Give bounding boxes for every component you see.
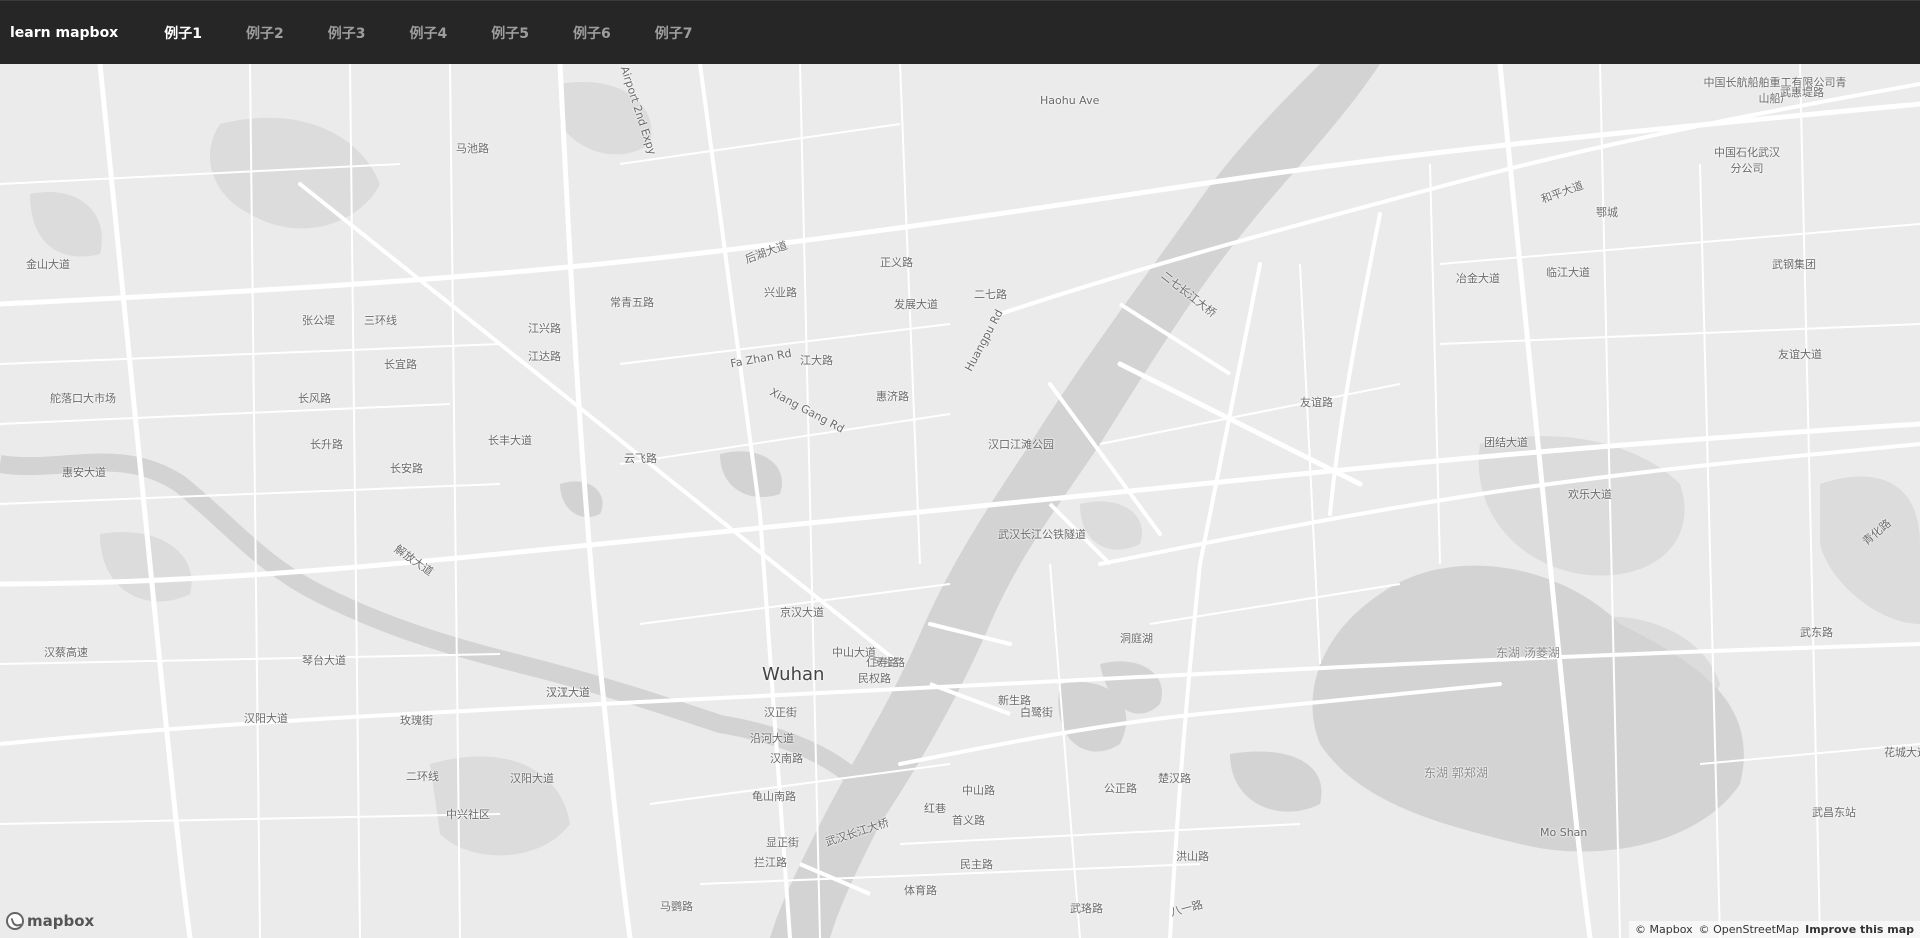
map-label: 楚汉路 [1158,772,1191,785]
map-label: 拦江路 [754,856,787,869]
map-label: 武珞路 [1070,902,1103,915]
map-label: 中兴社区 [446,808,490,821]
map-label: 常青五路 [610,296,654,309]
map-label: 洪山路 [1176,850,1209,863]
mapbox-logo-text: mapbox [27,912,95,930]
map-label: 兴业路 [764,286,797,299]
map-label: 惠济路 [876,390,909,403]
map-label: 显正街 [766,836,799,849]
map-label: 武钢集团 [1772,258,1816,271]
map-label: 红巷 [924,802,946,815]
map-label: 三环线 [364,314,397,327]
map-label: 惠安大道 [62,466,106,479]
map-label: 花城大道 [1884,746,1920,759]
han-river [0,453,867,791]
map-label: 云飞路 [624,452,657,465]
map-label: 仁寿路 [866,656,899,669]
nav-item-example-4[interactable]: 例子4 [409,23,447,43]
map-label: 沿河大道 [750,732,794,745]
map-label: 发展大道 [894,298,938,311]
map-label: 二环线 [406,770,439,783]
map-canvas[interactable]: Wuhan 汉口江滩公园 武汉长江公铁隧道 二七长江大桥 东湖 汤菱湖 东湖 郭… [0,64,1920,938]
map-label: 友谊大道 [1778,348,1822,361]
map-label: 二七路 [974,288,1007,301]
map-label: 金山大道 [26,258,70,271]
map-label: Mo Shan [1540,826,1588,839]
map-label: 长风路 [298,392,331,405]
map-label: 武汉长江公铁隧道 [998,528,1086,541]
map-label: 长宜路 [384,358,417,371]
nav-item-example-5[interactable]: 例子5 [491,23,529,43]
map-label: 首义路 [952,814,985,827]
map-label: 白鹭街 [1020,706,1053,719]
map-label: 汉阳大道 [244,712,288,725]
map-label: 体育路 [904,884,937,897]
map-label: 冶金大道 [1456,272,1500,285]
nav-item-example-2[interactable]: 例子2 [246,23,284,43]
map-label: 武昌东站 [1812,806,1856,819]
lake-label: 东湖 汤菱湖 [1496,646,1560,660]
map-label: 汉南路 [770,752,803,765]
map-label: Haohu Ave [1040,94,1100,107]
map-label: 长安路 [390,462,423,475]
lake-label: 东湖 郭郑湖 [1424,766,1488,780]
map-label: 汉口江滩公园 [988,438,1054,451]
improve-map-link[interactable]: Improve this map [1805,923,1914,936]
map-label: 临江大道 [1546,266,1590,279]
map-label: 武惠堤路 [1780,86,1824,99]
map-label: 正义路 [880,256,913,269]
map-label: 鄂城 [1596,206,1618,219]
map-label: 欢乐大道 [1568,488,1612,501]
map-label: 中国石化武汉分公司 [1714,146,1780,175]
map-label: 团结大道 [1484,436,1528,449]
map-label: 民主路 [960,858,993,871]
map-label: 长升路 [310,438,343,451]
map-label: 马鹦路 [660,900,693,913]
map-label: 琴台大道 [302,654,346,667]
nav-item-example-3[interactable]: 例子3 [328,23,366,43]
map-label: 江达路 [528,350,561,363]
map-label: 汉正街 [764,706,797,719]
nav-item-example-7[interactable]: 例子7 [655,23,693,43]
map-label: 洞庭湖 [1120,632,1153,645]
map-label: 汉蔡高速 [44,646,88,659]
map-label: 舵落口大市场 [50,392,116,405]
city-label-wuhan: Wuhan [762,664,825,685]
map-label: 中国长航船舶重工有限公司青山船厂 [1703,76,1847,105]
mapbox-logo[interactable]: mapbox [6,912,94,930]
map-label: 民权路 [858,672,891,685]
map-label: 长丰大道 [488,434,532,447]
attribution-mapbox-link[interactable]: © Mapbox [1635,923,1693,936]
map-label: 中山路 [962,784,995,797]
map-label: 马池路 [456,142,489,155]
attribution-osm-link[interactable]: © OpenStreetMap [1699,923,1800,936]
map-label: 张公堤 [302,314,335,327]
map-label: 玫瑰街 [400,714,433,727]
map-attribution: © Mapbox © OpenStreetMap Improve this ma… [1629,921,1920,938]
map-label: 汉江大道 [546,686,590,699]
mapbox-logo-icon [6,912,24,930]
map-base-layer [0,64,1920,938]
nav-item-example-1[interactable]: 例子1 [164,23,202,43]
map-label: 龟山南路 [752,790,796,803]
map-label: 京汉大道 [780,606,824,619]
nav-item-example-6[interactable]: 例子6 [573,23,611,43]
map-label: 武东路 [1800,626,1833,639]
top-navbar: learn mapbox 例子1 例子2 例子3 例子4 例子5 例子6 例子7 [0,0,1920,64]
map-label: 友谊路 [1300,396,1333,409]
map-label: 汉阳大道 [510,772,554,785]
map-label: 江大路 [800,354,833,367]
map-label: 江兴路 [528,322,561,335]
map-label: 公正路 [1104,782,1137,795]
brand-title[interactable]: learn mapbox [10,25,118,41]
